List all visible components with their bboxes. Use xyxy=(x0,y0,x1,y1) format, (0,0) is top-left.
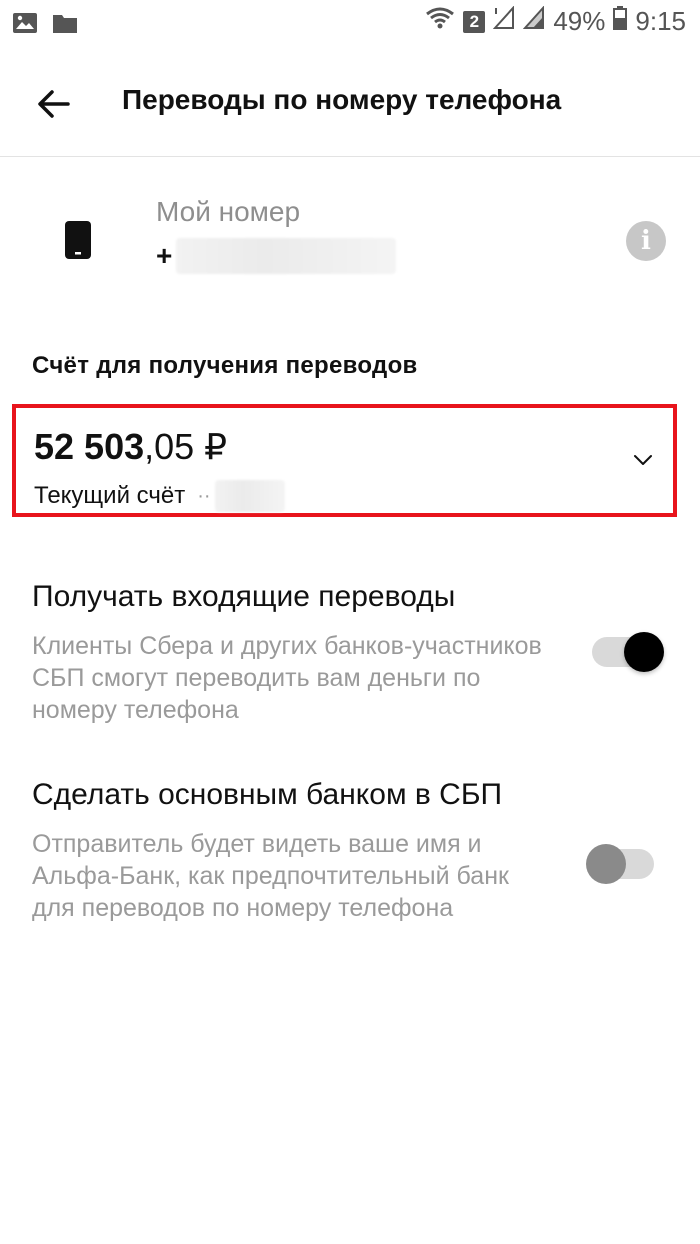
my-number-label: Мой номер xyxy=(156,196,301,227)
redacted-phone-number xyxy=(176,238,397,274)
signal-icon xyxy=(493,5,515,37)
account-name-label: Текущий счёт xyxy=(34,482,186,509)
status-bar: 2 49% 9:15 xyxy=(0,0,700,48)
back-button[interactable] xyxy=(28,78,80,130)
redacted-account-number xyxy=(214,480,285,512)
toggle-thumb xyxy=(586,844,626,884)
page-title: Переводы по номеру телефона xyxy=(122,84,562,115)
incoming-transfers-toggle[interactable] xyxy=(592,632,664,672)
incoming-transfers-title: Получать входящие переводы xyxy=(32,580,456,613)
info-icon-button[interactable]: i xyxy=(626,221,666,261)
toolbar: Переводы по номеру телефона xyxy=(0,48,700,157)
balance-fraction: ,05 ₽ xyxy=(144,426,228,467)
incoming-transfers-description: Клиенты Сбера и других банков-участников… xyxy=(32,632,542,724)
my-number-prefix: + xyxy=(156,240,173,271)
folder-icon xyxy=(52,12,78,39)
main-bank-title: Сделать основным банком в СБП xyxy=(32,778,503,811)
smartphone-icon xyxy=(64,220,92,265)
account-selector[interactable]: 52 503,05 ₽ Текущий счёт ·· xyxy=(12,404,677,517)
chevron-down-icon xyxy=(631,448,655,472)
my-number-value: + xyxy=(156,238,397,274)
account-name: Текущий счёт ·· xyxy=(34,480,285,512)
main-bank-toggle[interactable] xyxy=(586,844,662,884)
main-bank-description: Отправитель будет видеть ваше имя и Альф… xyxy=(32,830,509,922)
wifi-icon xyxy=(425,6,455,37)
clock: 9:15 xyxy=(635,6,686,36)
account-balance: 52 503,05 ₽ xyxy=(34,426,227,468)
toggle-thumb xyxy=(624,632,664,672)
battery-icon xyxy=(613,6,628,37)
image-icon xyxy=(12,12,38,39)
signal-icon-2 xyxy=(523,5,545,37)
sim-badge: 2 xyxy=(463,10,486,33)
account-section-title: Счёт для получения переводов xyxy=(32,352,418,379)
battery-percent: 49% xyxy=(553,6,606,36)
arrow-left-icon xyxy=(38,90,70,118)
account-number-mask: ·· xyxy=(197,484,211,507)
balance-integer: 52 503 xyxy=(34,426,145,467)
